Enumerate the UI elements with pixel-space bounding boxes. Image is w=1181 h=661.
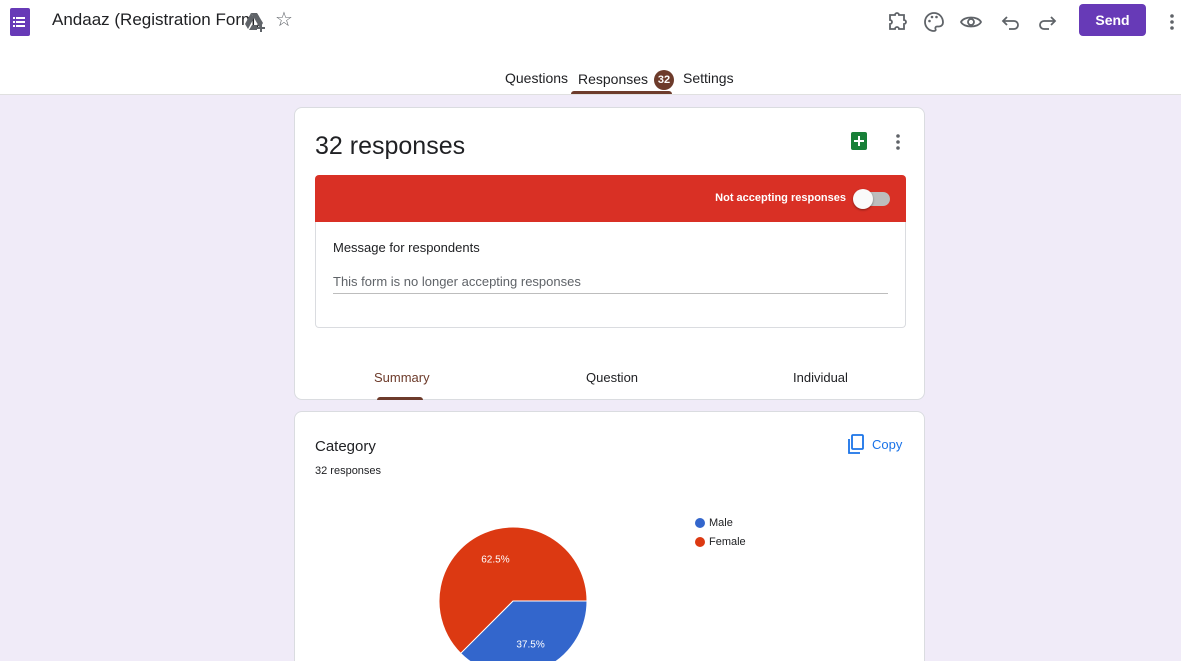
responses-summary-card: 32 responses Not accepting responses Mes… <box>294 107 925 400</box>
tab-questions[interactable]: Questions <box>505 70 568 95</box>
pie-label-female: 62.5% <box>481 555 509 566</box>
subtab-individual[interactable]: Individual <box>793 370 848 385</box>
star-icon[interactable]: ☆ <box>275 10 293 30</box>
copy-label: Copy <box>872 436 903 452</box>
category-pie-chart: 37.5% 62.5% <box>438 526 588 661</box>
not-accepting-banner: Not accepting responses <box>315 175 906 222</box>
addon-icon[interactable] <box>885 10 909 34</box>
legend-swatch <box>695 536 705 547</box>
message-label: Message for respondents <box>333 240 480 255</box>
accepting-status-label: Not accepting responses <box>715 192 846 204</box>
responses-title: 32 responses <box>315 132 466 160</box>
question-summary-card: Category 32 responses Copy 37.5% 62.5% Ma… <box>294 411 925 661</box>
subtab-question[interactable]: Question <box>586 370 638 385</box>
active-subtab-indicator <box>377 397 423 400</box>
active-tab-indicator <box>571 91 672 94</box>
toggle-knob[interactable] <box>853 189 873 209</box>
redo-icon[interactable] <box>1035 10 1059 34</box>
message-input[interactable] <box>333 270 888 294</box>
subtab-summary[interactable]: Summary <box>374 370 430 385</box>
legend-label: Male <box>709 516 733 529</box>
copy-icon <box>848 434 864 454</box>
undo-icon[interactable] <box>999 10 1023 34</box>
preview-icon[interactable] <box>959 10 983 34</box>
accepting-responses-toggle[interactable] <box>853 189 890 209</box>
copy-chart-button[interactable]: Copy <box>848 432 902 456</box>
forms-icon[interactable] <box>10 8 30 36</box>
legend-label: Female <box>709 535 746 548</box>
form-title[interactable]: Andaaz (Registration Form) <box>52 10 261 30</box>
palette-icon[interactable] <box>922 10 946 34</box>
more-options-icon[interactable] <box>893 130 903 154</box>
tab-responses-label: Responses <box>578 71 649 87</box>
top-bar: Andaaz (Registration Form) ☆ Send Questi… <box>0 0 1181 95</box>
legend-swatch <box>695 517 705 528</box>
pie-label-male: 37.5% <box>516 639 544 650</box>
legend-item-male[interactable]: Male <box>695 513 746 532</box>
responses-count-badge: 32 <box>654 70 675 90</box>
tab-settings[interactable]: Settings <box>683 70 734 95</box>
sheets-icon[interactable] <box>851 132 867 150</box>
chart-legend: Male Female <box>695 513 746 551</box>
drive-icon[interactable] <box>244 12 266 32</box>
more-options-icon[interactable] <box>1164 10 1180 34</box>
legend-item-female[interactable]: Female <box>695 532 746 551</box>
send-button[interactable]: Send <box>1079 4 1146 36</box>
message-box: Message for respondents <box>315 222 906 328</box>
